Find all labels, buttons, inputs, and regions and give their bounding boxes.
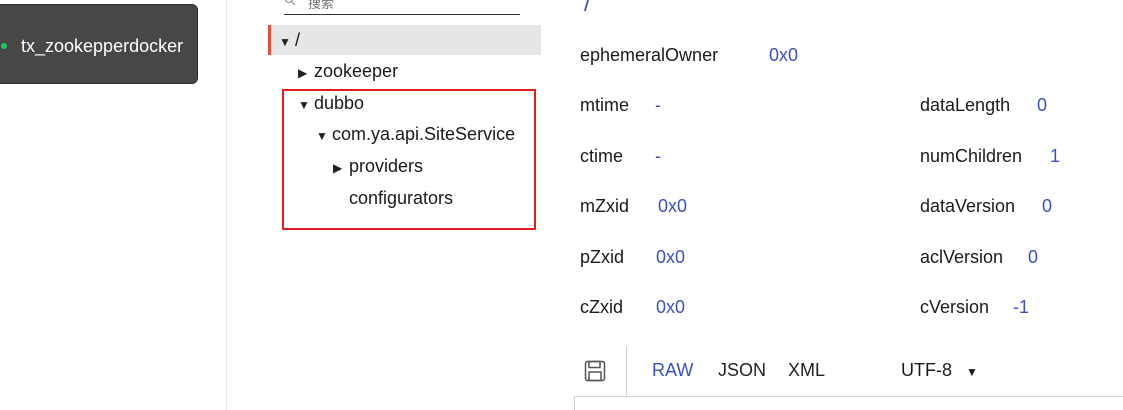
tree-node-label: configurators (349, 188, 454, 208)
stat-value-ctime: - (655, 146, 661, 166)
stat-value-aclversion: 0 (1028, 247, 1039, 267)
stat-label-mzxid: mZxid (580, 196, 629, 216)
tree-node-label: zookeeper (314, 61, 399, 81)
stat-label-aclversion: aclVersion (920, 247, 1004, 267)
tree-node-label: / (295, 30, 301, 50)
search-icon (284, 0, 296, 9)
stat-value-ephemeralowner: 0x0 (769, 45, 799, 65)
stat-value-dataversion: 0 (1042, 196, 1053, 216)
caret-right-icon[interactable]: ▶ (333, 153, 349, 183)
connection-status-dot (1, 43, 7, 49)
stat-label-ephemeralowner: ephemeralOwner (580, 45, 719, 65)
tree-node-root[interactable]: ▼ / (268, 25, 541, 55)
tree-search (284, 0, 520, 15)
stat-value-mtime: - (655, 95, 661, 115)
stat-value-numchildren: 1 (1050, 146, 1061, 166)
stat-label-czxid: cZxid (580, 297, 624, 317)
stat-value-datalength: 0 (1037, 95, 1048, 115)
format-json-button[interactable]: JSON (718, 360, 766, 381)
stat-label-cversion: cVersion (920, 297, 990, 317)
encoding-select[interactable]: UTF-8 ▼ (901, 360, 978, 381)
connection-card[interactable]: tx_zookepperdocker (0, 4, 198, 84)
stat-label-dataversion: dataVersion (920, 196, 1016, 216)
format-xml-button[interactable]: XML (788, 360, 825, 381)
tree-node-providers[interactable]: ▶ providers (333, 151, 423, 181)
caret-right-icon[interactable]: ▶ (298, 58, 314, 88)
node-path-title: / (584, 0, 591, 17)
chevron-down-icon: ▼ (966, 365, 978, 379)
tree-node-siteservice[interactable]: ▼ com.ya.api.SiteService (316, 119, 515, 149)
stat-value-pzxid: 0x0 (656, 247, 686, 267)
tree-node-label: providers (349, 156, 424, 176)
tree-node-configurators[interactable]: configurators (349, 183, 453, 213)
caret-down-icon[interactable]: ▼ (316, 121, 332, 151)
stat-value-mzxid: 0x0 (658, 196, 688, 216)
stat-value-czxid: 0x0 (656, 297, 686, 317)
stat-label-ctime: ctime (580, 146, 624, 166)
tree-node-dubbo[interactable]: ▼ dubbo (298, 88, 364, 118)
panel-divider (226, 0, 227, 410)
caret-down-icon[interactable]: ▼ (298, 90, 314, 120)
encoding-value: UTF-8 (901, 360, 952, 380)
stat-value-cversion: -1 (1013, 297, 1030, 317)
tree-node-zookeeper[interactable]: ▶ zookeeper (298, 56, 398, 86)
stat-label-datalength: dataLength (920, 95, 1011, 115)
stat-label-mtime: mtime (580, 95, 629, 115)
toolbar-separator (626, 346, 627, 396)
stat-label-numchildren: numChildren (920, 146, 1023, 166)
save-icon[interactable] (584, 360, 606, 382)
data-editor[interactable] (574, 396, 1123, 410)
caret-down-icon[interactable]: ▼ (279, 27, 295, 57)
stat-label-pzxid: pZxid (580, 247, 625, 267)
format-raw-button[interactable]: RAW (652, 360, 693, 381)
tree-node-label: com.ya.api.SiteService (332, 124, 516, 144)
tree-node-label: dubbo (314, 93, 365, 113)
search-input[interactable] (306, 0, 510, 12)
connection-name: tx_zookepperdocker (21, 36, 184, 56)
